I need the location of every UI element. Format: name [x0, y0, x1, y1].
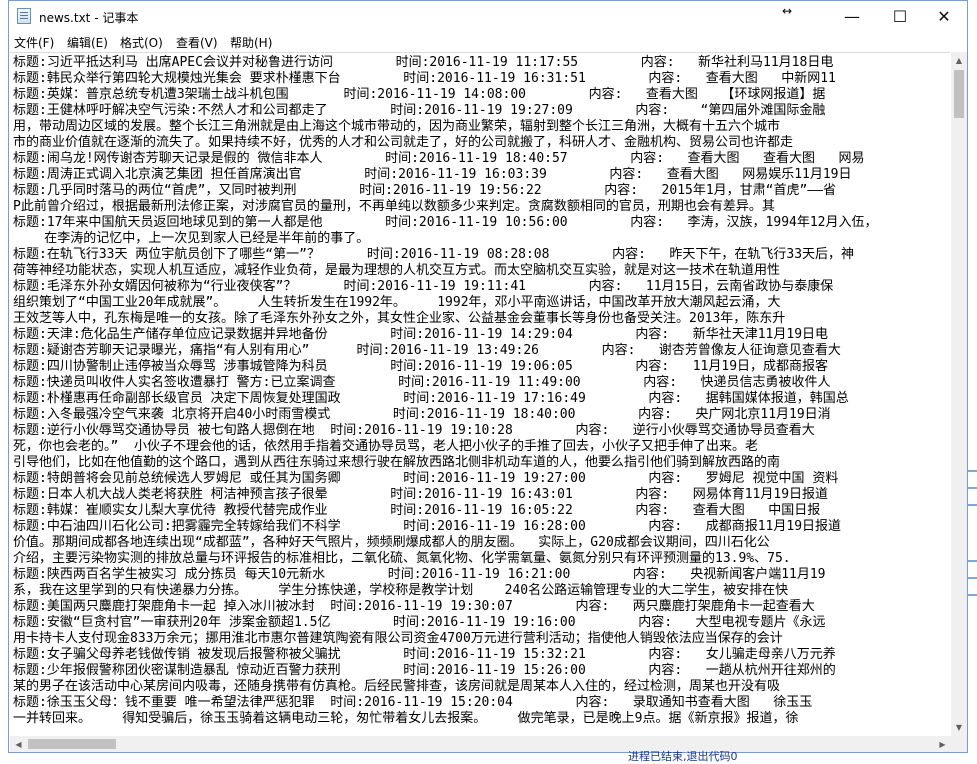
text-line: 标题:王健林呼吁解决空气污染:不然人才和公司都走了 时间:2016-11-19 … — [13, 103, 826, 118]
text-line: 标题:美国两只麋鹿打架鹿角卡一起 掉入冰川被冰封 时间:2016-11-19 1… — [13, 599, 815, 614]
text-editor[interactable]: 标题:习近平抵达利马 出席APEC会议并对秘鲁进行访问 时间:2016-11-1… — [10, 52, 950, 737]
menu-view[interactable]: 查看(V) — [176, 34, 218, 51]
text-line: 荷等神经功能状态，实现人机互适应，减轻作业负荷，是最为理想的人机交互方式。而太空… — [13, 263, 781, 278]
text-line: 标题:天津:危化品生产储存单位应记录数据并异地备份 时间:2016-11-19 … — [13, 327, 829, 342]
background-console-text: 进程已结束,退出代码0 — [628, 750, 738, 763]
text-line: 在李涛的记忆中，上一次见到家人已经是半年前的事了。 — [13, 231, 370, 246]
horizontal-scrollbar[interactable]: ◀ ▶ — [10, 736, 951, 752]
text-line: 标题:日本人机大战人类老将获胜 柯洁神预言孩子很晕 时间:2016-11-19 … — [13, 487, 829, 502]
text-line: 标题:徐玉玉父母：钱不重要 唯一希望法律严惩犯罪 时间:2016-11-19 1… — [13, 695, 813, 710]
text-line: 标题:闹乌龙!网传谢杏芳聊天记录是假的 微信非本人 时间:2016-11-19 … — [13, 151, 865, 166]
text-line: P此前曾介绍过，根据最新刑法修正案，对涉腐官员的量刑，不再单纯以数额多少来判定。… — [13, 199, 775, 214]
scroll-down-icon[interactable]: ▼ — [951, 719, 967, 736]
text-line: 标题:韩媒：崔顺实女儿梨大享优待 教授代替完成作业 时间:2016-11-19 … — [13, 503, 821, 518]
scrollbar-corner — [951, 736, 967, 752]
text-line: 标题:特朗普将会见前总统候选人罗姆尼 或任其为国务卿 时间:2016-11-19… — [13, 471, 839, 486]
text-line: 标题:17年来中国航天员返回地球见到的第一人都是他 时间:2016-11-19 … — [13, 215, 878, 230]
text-line: 系，我在这里学到的只有快递暴力分拣。 学生分拣快递，学校称是教学计划 240名公… — [13, 583, 789, 598]
resize-cursor-icon: ↔ — [782, 4, 793, 18]
scroll-up-icon[interactable]: ▲ — [951, 52, 967, 69]
text-line: 标题:几乎同时落马的两位“首虎”，又同时被判刑 时间:2016-11-19 19… — [13, 183, 836, 198]
close-button[interactable]: ✕ — [921, 1, 967, 32]
notepad-window: news.txt - 记事本 ↔ — ☐ ✕ 文件(F) 编辑(E) 格式(O)… — [8, 0, 968, 753]
scroll-left-icon[interactable]: ◀ — [10, 736, 27, 752]
minimize-button[interactable]: — — [829, 1, 875, 32]
text-line: 标题:在轨飞行33天 两位宇航员创下了哪些“第一”？ 时间:2016-11-19… — [13, 247, 855, 262]
menu-edit[interactable]: 编辑(E) — [67, 34, 108, 51]
text-line: 标题:四川协警制止违停被当众辱骂 涉事城管降为科员 时间:2016-11-19 … — [13, 359, 829, 374]
text-line: 标题:安徽“巨贪村官”一审获刑20年 涉案金额超1.5亿 时间:2016-11-… — [13, 615, 826, 630]
notepad-app-icon[interactable] — [17, 8, 31, 24]
vertical-scroll-thumb[interactable] — [954, 70, 964, 118]
background-window-edge — [968, 0, 977, 761]
text-line: 标题:快递员叫收件人实名签收遭暴打 警方:已立案调查 时间:2016-11-19… — [13, 375, 831, 390]
menu-format[interactable]: 格式(O) — [120, 34, 163, 51]
menu-bar: 文件(F) 编辑(E) 格式(O) 查看(V) 帮助(H) — [9, 32, 967, 52]
title-bar[interactable]: news.txt - 记事本 ↔ — ☐ ✕ — [9, 1, 967, 32]
text-line: 用卡持卡人支付现金833万余元；挪用淮北市惠尔普建筑陶瓷有限公司资金4700万元… — [13, 631, 783, 646]
horizontal-scroll-thumb[interactable] — [28, 739, 116, 749]
text-line: 标题:英媒：普京总统专机遭3架瑞士战斗机包围 时间:2016-11-19 14:… — [13, 87, 826, 102]
maximize-button[interactable]: ☐ — [877, 1, 923, 32]
text-line: 标题:逆行小伙辱骂交通协导员 被七旬路人摁倒在地 时间:2016-11-19 1… — [13, 423, 815, 438]
text-line: 标题:中石油四川石化公司:把雾霾完全转嫁给我们不科学 时间:2016-11-19… — [13, 519, 842, 534]
text-line: 价值。那期间成都各地连续出现“成都蓝”，各种好天气照片，频频刷爆成都人的朋友圈。… — [13, 535, 770, 550]
scroll-right-icon[interactable]: ▶ — [934, 736, 951, 752]
text-line: 标题:毛泽东外孙女婿因何被称为“行业夜侠客”？ 时间:2016-11-19 19… — [13, 279, 834, 294]
text-line: 标题:朴槿惠再任命副部长级官员 决定下周恢复处理国政 时间:2016-11-19… — [13, 391, 849, 406]
window-title: news.txt - 记事本 — [39, 11, 139, 25]
text-line: 标题:女子骗父母养老钱做传销 被发现后报警称被父骗扰 时间:2016-11-19… — [13, 647, 836, 662]
text-line: 标题:习近平抵达利马 出席APEC会议并对秘鲁进行访问 时间:2016-11-1… — [13, 55, 834, 70]
text-line: 标题:入冬最强冷空气来袭 北京将开启40小时雨雪模式 时间:2016-11-19… — [13, 407, 831, 422]
menu-file[interactable]: 文件(F) — [14, 34, 54, 51]
vertical-scrollbar[interactable]: ▲ ▼ — [951, 52, 967, 736]
text-line: 标题:少年报假警称团伙密谋制造暴乱 惊动近百警力获刑 时间:2016-11-19… — [13, 663, 836, 678]
text-line: 标题:陕西两百名学生被实习 成分拣员 每天10元新水 时间:2016-11-19… — [13, 567, 826, 582]
text-line: 用，带动周边区域的发展。整个长江三角洲就是由上海这个城市带动的，因为商业繁荣，辐… — [13, 119, 781, 134]
text-line: 标题:周涛正式调入北京演艺集团 担任首席演出官 时间:2016-11-19 16… — [13, 167, 852, 182]
text-line: 死，你也会老的。” 小伙子不理会他的话，依然用手指着交通协导员骂，老人把小伙子的… — [13, 439, 758, 454]
text-line: 标题:韩民众举行第四轮大规模烛光集会 要求朴槿惠下台 时间:2016-11-19… — [13, 71, 836, 86]
text-line: 标题:疑谢杏芳聊天记录曝光，痛指“有人别有用心” 时间:2016-11-19 1… — [13, 343, 841, 358]
text-line: 引导他们，比如在他值勤的这个路口，遇到从西往东骑过来想行驶在解放西路北侧非机动车… — [13, 455, 781, 470]
text-line: 一并转回来。 得知受骗后，徐玉玉骑着这辆电动三轮，匆忙带着女儿去报案。 做完笔录… — [13, 711, 799, 726]
text-line: 某的男子在该活动中心某房间内吸毒，还随身携带有仿真枪。后经民警排查，该房间就是周… — [13, 679, 781, 694]
text-line: 市的商业价值就在逐渐的流失了。如果持续不好，优秀的人才和公司就走了，好的公司就搬… — [13, 135, 794, 150]
text-line: 王效芝等人中，孔东梅是唯一的女孩。除了毛泽东外孙女之外，其女性企业家、公益基金会… — [13, 311, 786, 326]
text-line: 组织策划了“中国工业20年成就展”。 人生转折发生在1992年。 1992年，邓… — [13, 295, 781, 310]
menu-help[interactable]: 帮助(H) — [230, 34, 272, 51]
text-line: 介绍，主要污染物实测的排放总量与环评报告的标准相比，二氧化硫、氮氧化物、化学需氧… — [13, 551, 791, 566]
